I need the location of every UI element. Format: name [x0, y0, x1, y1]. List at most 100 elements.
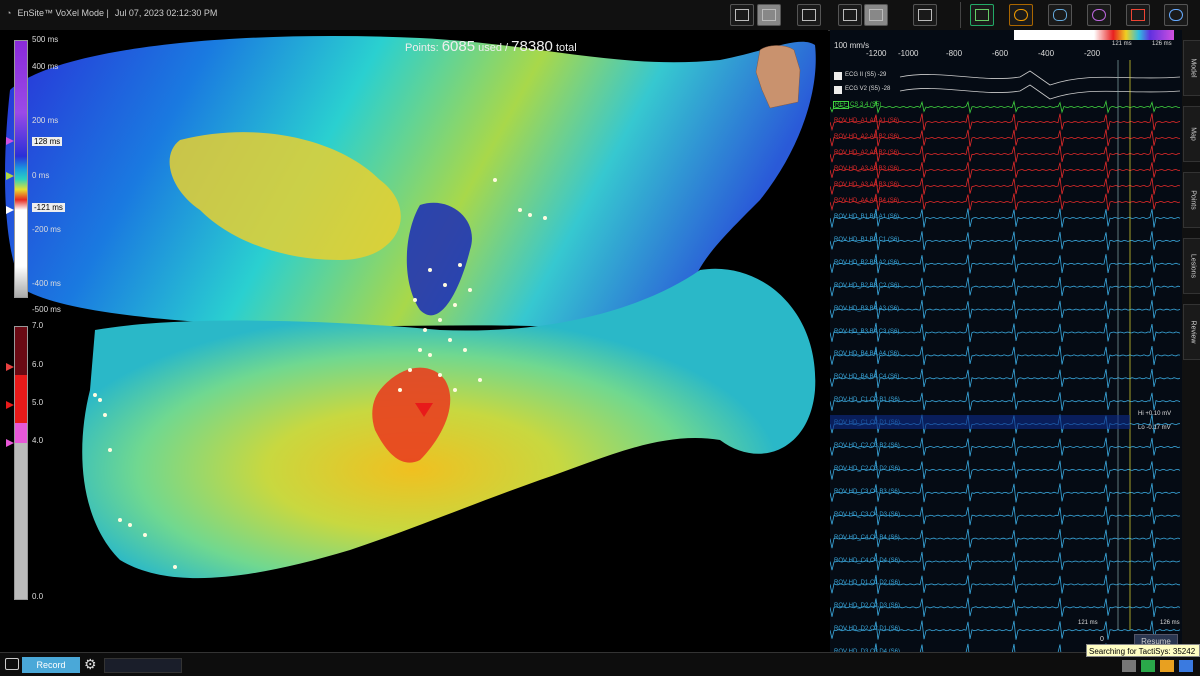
mapping-point — [518, 208, 522, 212]
tab-points[interactable]: Points — [1183, 172, 1200, 228]
scale1-tick: 128 ms — [32, 137, 63, 146]
selection-icon[interactable] — [757, 4, 781, 26]
scale1-tick: 200 ms — [32, 116, 59, 125]
map-panel[interactable]: Points: 6085 used / 78380 total 500 ms 4… — [0, 30, 828, 652]
egm-panel[interactable]: 100 mm/s -1200 -1000 -800 -600 -400 -200… — [830, 30, 1182, 652]
voltage-color-scale[interactable] — [14, 326, 28, 600]
mapping-point — [463, 348, 467, 352]
voltage-marker[interactable] — [6, 363, 14, 371]
app-title: ◔ EnSite™ VoXel Mode | Jul 07, 2023 02:12:… — [6, 8, 218, 18]
monitor-icon[interactable] — [970, 4, 994, 26]
heart-surface-icon[interactable] — [1048, 4, 1072, 26]
ecg-trace — [899, 84, 1181, 100]
mapping-point — [478, 378, 482, 382]
egm-channel-label: ROV HD_B3,B4,C3 (S6) — [834, 328, 900, 335]
time-tick: -1200 — [866, 49, 887, 58]
egm-trace — [830, 99, 1180, 115]
ecg-ii-checkbox[interactable] — [834, 72, 842, 80]
system-icon[interactable] — [1179, 660, 1193, 672]
ref-channel-label: CS 3,4 (S5) — [850, 102, 882, 108]
mapping-point — [453, 303, 457, 307]
mapping-point — [108, 448, 112, 452]
window-icon[interactable] — [5, 658, 19, 670]
record-button[interactable]: Record — [22, 657, 80, 673]
mapping-point — [438, 318, 442, 322]
egm-channel-label: ROV HD_D1,C1,D2 (S6) — [834, 580, 901, 587]
mapping-point — [438, 373, 442, 377]
points-count: Points: 6085 used / 78380 total — [405, 38, 577, 55]
map-window-icon[interactable] — [797, 4, 821, 26]
egm-channel-label: ROV HD_A2,A1,B2 (S6) — [834, 134, 900, 140]
scale1-tick: -500 ms — [32, 305, 61, 314]
egm-channel-label: ROV HD_C4,C4,D4 (S6) — [834, 557, 901, 564]
mapping-point — [493, 178, 497, 182]
message-icon[interactable] — [1122, 660, 1136, 672]
egm-channel-label: ROV HD_C3,C4,B3 (S6) — [834, 488, 900, 495]
layout-icon[interactable] — [913, 4, 937, 26]
egm-channel-label: ROV HD_B3,B4,A3 (S6) — [834, 305, 900, 312]
time-tick: -800 — [946, 49, 963, 58]
sweep-speed: 100 mm/s — [834, 41, 870, 50]
tab-model[interactable]: Model — [1183, 40, 1200, 96]
toolbar-divider — [960, 2, 961, 28]
egm-channel-label: ROV HD_D2,C2,D3 (S6) — [834, 603, 901, 610]
egm-channel-label: ROV HD_B2,B3,C2 (S6) — [834, 282, 900, 289]
egm-channel-label: ROV HD_A3,A3,B3 (S6) — [834, 166, 900, 172]
warning-icon[interactable] — [1160, 660, 1174, 672]
voltage-marker[interactable] — [6, 401, 14, 409]
egm-channel-label: ROV HD_A1,A2,A1 (S6) — [834, 118, 900, 124]
mapping-point — [448, 338, 452, 342]
ecg-v2-checkbox[interactable] — [834, 86, 842, 94]
mapping-point — [173, 565, 177, 569]
tab-lesions[interactable]: Lesions — [1183, 238, 1200, 294]
ecg-trace — [899, 70, 1181, 86]
dual-map-icon[interactable] — [838, 4, 862, 26]
scale2-tick: 7.0 — [32, 321, 44, 330]
window-left-label: 121 ms — [1112, 41, 1132, 47]
hi-voltage-label: Hi +0.10 mV — [1138, 411, 1172, 417]
bottom-bar: Record ⚙ — [0, 652, 1200, 676]
scale2-tick: 4.0 — [32, 436, 44, 445]
side-tabs: Model Map Points Lesions Review — [1182, 30, 1200, 652]
title-bar: ◔ EnSite™ VoXel Mode | Jul 07, 2023 02:12:… — [0, 0, 1200, 31]
connection-icon[interactable] — [1141, 660, 1155, 672]
ensite-logo-icon: ◔ — [6, 8, 12, 18]
tab-review[interactable]: Review — [1183, 304, 1200, 360]
tab-map[interactable]: Map — [1183, 106, 1200, 162]
voltage-marker[interactable] — [6, 439, 14, 447]
egm-channel-label: ROV HD_B2,B3,A2 (S6) — [834, 259, 900, 266]
zoom-icon[interactable] — [730, 4, 754, 26]
mapping-point — [408, 368, 412, 372]
upper-limit-handle[interactable] — [6, 137, 14, 145]
single-view-icon[interactable] — [864, 4, 888, 26]
mapping-point — [93, 393, 97, 397]
mapping-point — [458, 263, 462, 267]
mapping-point — [413, 298, 417, 302]
rotation-icon[interactable] — [1087, 4, 1111, 26]
scale1-tick: 0 ms — [32, 171, 50, 180]
tactisys-status-tooltip: Searching for TactiSys: 35242 — [1086, 644, 1200, 657]
status-field — [104, 658, 182, 673]
compass-icon[interactable] — [1164, 4, 1188, 26]
selected-channel-highlight[interactable] — [830, 415, 1130, 429]
settings-gear-icon[interactable]: ⚙ — [84, 656, 97, 672]
scale1-tick: 400 ms — [32, 62, 59, 71]
ref-badge: REF — [833, 101, 849, 109]
voxel-map-canvas[interactable] — [0, 30, 828, 652]
egm-color-bar[interactable] — [1014, 30, 1174, 40]
zero-handle[interactable] — [6, 172, 14, 180]
lat-color-scale[interactable] — [14, 40, 28, 298]
scale1-tick: 500 ms — [32, 35, 59, 44]
mapping-point — [398, 388, 402, 392]
mapping-point — [418, 348, 422, 352]
egm-channel-label: ROV HD_A4,A4,B4 (S6) — [834, 198, 900, 204]
lo-voltage-label: Lo -0.17 mV — [1138, 425, 1171, 431]
catheter-icon[interactable] — [1009, 4, 1033, 26]
scale1-tick: -200 ms — [32, 225, 61, 234]
scale1-tick: -121 ms — [32, 203, 65, 212]
mapping-point — [443, 283, 447, 287]
egm-channel-label: ROV HD_A3,A4,B3 (S6) — [834, 182, 900, 188]
lower-limit-handle[interactable] — [6, 206, 14, 214]
ablation-icon[interactable] — [1126, 4, 1150, 26]
mapping-point — [543, 216, 547, 220]
